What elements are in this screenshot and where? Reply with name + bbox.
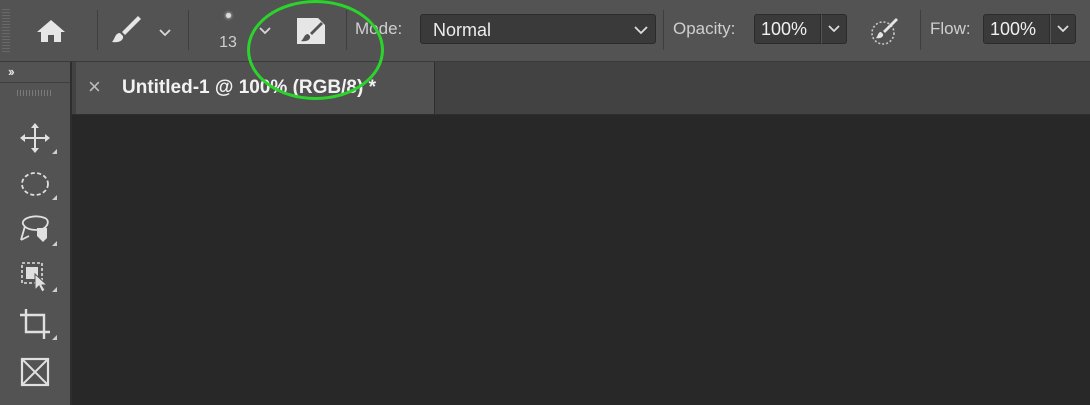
- home-button[interactable]: [30, 14, 72, 48]
- tool-preset-picker[interactable]: [108, 12, 178, 48]
- options-bar-grip[interactable]: [2, 8, 10, 52]
- brush-tip-icon: [225, 13, 231, 18]
- marquee-tool[interactable]: [17, 166, 57, 202]
- close-icon[interactable]: ×: [88, 74, 101, 100]
- document-tab-bar: × Untitled-1 @ 100% (RGB/8) *: [72, 62, 1090, 115]
- elliptical-marquee-icon: [21, 172, 49, 196]
- move-icon: [20, 123, 50, 153]
- brush-size-value: 13: [219, 34, 237, 51]
- chevron-down-icon: [154, 22, 176, 44]
- tool-group-indicator: [52, 195, 57, 200]
- separator: [663, 10, 664, 50]
- chevron-down-icon: [633, 20, 649, 43]
- brush-preset-picker[interactable]: 13: [212, 8, 244, 52]
- flow-input[interactable]: 100%: [983, 14, 1050, 44]
- separator: [920, 10, 921, 50]
- document-tab[interactable]: × Untitled-1 @ 100% (RGB/8) *: [76, 62, 435, 114]
- mode-select[interactable]: Normal: [420, 14, 656, 44]
- frame-icon: [20, 357, 50, 387]
- tool-group-indicator: [52, 335, 57, 340]
- brush-settings-panel-icon: [297, 18, 325, 44]
- chevron-down-icon: [828, 25, 840, 33]
- crop-tool[interactable]: [17, 306, 57, 342]
- brush-preset-dropdown[interactable]: [254, 20, 276, 42]
- separator: [346, 10, 347, 50]
- chevron-down-icon: [1057, 25, 1069, 33]
- object-selection-icon: [21, 262, 49, 293]
- move-tool[interactable]: [17, 120, 57, 156]
- pressure-opacity-button[interactable]: [866, 14, 902, 48]
- brush-icon: [112, 16, 141, 43]
- options-bar: 13 Mode: Normal Opacity: 100% Flow: 100%: [0, 0, 1090, 62]
- flow-label: Flow:: [930, 19, 971, 38]
- separator: [188, 10, 189, 50]
- collapse-panel-button[interactable]: ››: [8, 64, 15, 79]
- tools-panel: ››: [0, 62, 72, 405]
- home-icon: [37, 20, 65, 42]
- flow-slider-dropdown[interactable]: [1050, 14, 1076, 44]
- crop-icon: [20, 309, 50, 339]
- magnetic-lasso-icon: [20, 215, 49, 242]
- separator: [97, 10, 98, 50]
- document-tab-title: Untitled-1 @ 100% (RGB/8) *: [122, 77, 376, 98]
- opacity-input[interactable]: 100%: [754, 14, 821, 44]
- mode-label: Mode:: [355, 19, 403, 38]
- object-selection-tool[interactable]: [17, 258, 57, 294]
- tool-group-indicator: [52, 287, 57, 292]
- separator: [0, 82, 70, 83]
- brush-settings-panel-button[interactable]: [294, 14, 328, 46]
- lasso-tool[interactable]: [17, 212, 57, 248]
- opacity-label: Opacity:: [673, 19, 736, 38]
- mode-value: Normal: [433, 20, 492, 40]
- pressure-opacity-icon: [871, 18, 898, 45]
- opacity-slider-dropdown[interactable]: [821, 14, 847, 44]
- document-canvas-area[interactable]: [72, 115, 1090, 405]
- tools-panel-grip[interactable]: [17, 90, 53, 96]
- frame-tool[interactable]: [17, 354, 57, 390]
- tool-group-indicator: [52, 241, 57, 246]
- chevron-down-icon: [259, 27, 271, 35]
- tool-group-indicator: [52, 149, 57, 154]
